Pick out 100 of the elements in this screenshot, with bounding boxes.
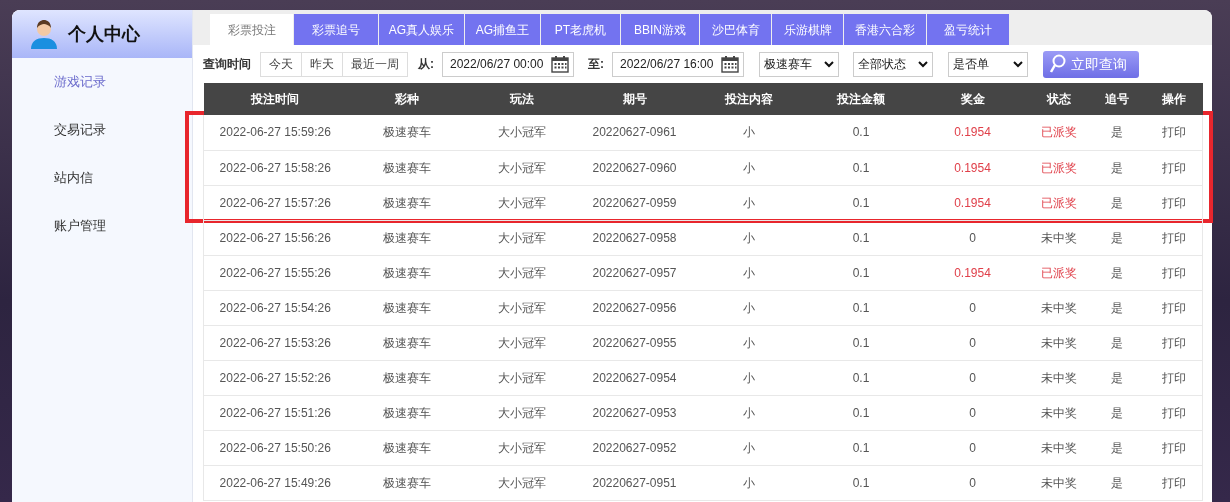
print-link[interactable]: 打印 xyxy=(1145,115,1203,150)
table-cell: 小 xyxy=(692,150,806,185)
print-link[interactable]: 打印 xyxy=(1145,465,1203,500)
table-cell: 0.1954 xyxy=(916,150,1029,185)
column-header: 投注金额 xyxy=(805,83,917,115)
dropdown[interactable]: 极速赛车 xyxy=(759,51,839,77)
table-cell: 0.1 xyxy=(805,185,917,220)
search-icon xyxy=(1049,54,1067,74)
date-field[interactable]: 2022/06/27 16:00 xyxy=(612,51,744,77)
print-link[interactable]: 打印 xyxy=(1145,325,1203,360)
table-cell: 2022-06-27 15:53:26 xyxy=(203,325,347,360)
table-cell: 大小冠军 xyxy=(466,255,577,290)
table-cell: 大小冠军 xyxy=(466,465,577,500)
print-link[interactable]: 打印 xyxy=(1145,150,1203,185)
table-cell: 是 xyxy=(1088,465,1146,500)
table-cell: 大小冠军 xyxy=(466,395,577,430)
table-cell: 极速赛车 xyxy=(346,115,467,150)
sidebar-item[interactable]: 站内信 xyxy=(12,154,192,202)
table-cell: 是 xyxy=(1088,325,1146,360)
table-cell: 大小冠军 xyxy=(466,290,577,325)
table-cell: 0 xyxy=(916,220,1029,255)
table-cell: 是 xyxy=(1088,185,1146,220)
table-cell: 0 xyxy=(916,360,1029,395)
table-cell: 20220627-0961 xyxy=(576,115,693,150)
table-cell: 已派奖 xyxy=(1028,255,1089,290)
tab[interactable]: 香港六合彩 xyxy=(844,14,926,45)
table-cell: 已派奖 xyxy=(1028,115,1089,150)
tab[interactable]: AG真人娱乐 xyxy=(379,14,464,45)
quick-range-button[interactable]: 今天 xyxy=(260,51,302,77)
table-cell: 小 xyxy=(692,115,806,150)
print-link[interactable]: 打印 xyxy=(1145,395,1203,430)
user-icon xyxy=(30,19,58,49)
tab[interactable]: BBIN游戏 xyxy=(621,14,699,45)
sidebar-item[interactable]: 游戏记录 xyxy=(12,58,192,106)
tab[interactable]: AG捕鱼王 xyxy=(465,14,540,45)
column-header: 期号 xyxy=(576,83,693,115)
column-header: 投注内容 xyxy=(692,83,806,115)
sidebar-item[interactable]: 交易记录 xyxy=(12,106,192,154)
table-cell: 0.1 xyxy=(805,115,917,150)
table-cell: 小 xyxy=(692,220,806,255)
calendar-icon xyxy=(551,55,569,73)
table-cell: 20220627-0951 xyxy=(576,465,693,500)
table-cell: 20220627-0952 xyxy=(576,430,693,465)
tab[interactable]: 沙巴体育 xyxy=(700,14,771,45)
column-header: 彩种 xyxy=(346,83,467,115)
table-cell: 大小冠军 xyxy=(466,325,577,360)
column-header: 追号 xyxy=(1088,83,1146,115)
quick-range-button[interactable]: 最近一周 xyxy=(343,51,408,77)
tab[interactable]: 彩票投注 xyxy=(210,14,293,45)
quick-range-button[interactable]: 昨天 xyxy=(302,51,343,77)
table-cell: 未中奖 xyxy=(1028,360,1089,395)
table-cell: 0 xyxy=(916,465,1029,500)
sidebar-item[interactable]: 账户管理 xyxy=(12,202,192,250)
table-cell: 小 xyxy=(692,185,806,220)
dropdown[interactable]: 全部状态 xyxy=(853,51,933,77)
table-cell: 大小冠军 xyxy=(466,430,577,465)
table-cell: 未中奖 xyxy=(1028,395,1089,430)
table-cell: 是 xyxy=(1088,150,1146,185)
table-cell: 已派奖 xyxy=(1028,150,1089,185)
table-cell: 2022-06-27 15:50:26 xyxy=(203,430,347,465)
print-link[interactable]: 打印 xyxy=(1145,290,1203,325)
print-link[interactable]: 打印 xyxy=(1145,360,1203,395)
table-cell: 2022-06-27 15:59:26 xyxy=(203,115,347,150)
table-cell: 是 xyxy=(1088,360,1146,395)
table-cell: 是 xyxy=(1088,255,1146,290)
table-cell: 20220627-0956 xyxy=(576,290,693,325)
table-cell: 未中奖 xyxy=(1028,430,1089,465)
tab[interactable]: 盈亏统计 xyxy=(927,14,1009,45)
table-cell: 已派奖 xyxy=(1028,185,1089,220)
print-link[interactable]: 打印 xyxy=(1145,185,1203,220)
print-link[interactable]: 打印 xyxy=(1145,255,1203,290)
table-cell: 0.1 xyxy=(805,430,917,465)
date-field[interactable]: 2022/06/27 00:00 xyxy=(442,51,574,77)
table-cell: 0.1954 xyxy=(916,185,1029,220)
tab[interactable]: 彩票追号 xyxy=(294,14,378,45)
tab[interactable]: PT老虎机 xyxy=(541,14,620,45)
from-label: 从: xyxy=(418,56,434,73)
tab[interactable]: 乐游棋牌 xyxy=(772,14,843,45)
table-cell: 0.1 xyxy=(805,150,917,185)
table-cell: 小 xyxy=(692,290,806,325)
table-cell: 2022-06-27 15:55:26 xyxy=(203,255,347,290)
table-cell: 0.1 xyxy=(805,220,917,255)
table-cell: 20220627-0954 xyxy=(576,360,693,395)
table-cell: 0 xyxy=(916,395,1029,430)
table-cell: 0.1 xyxy=(805,290,917,325)
table-cell: 0.1954 xyxy=(916,115,1029,150)
table-cell: 小 xyxy=(692,360,806,395)
print-link[interactable]: 打印 xyxy=(1145,430,1203,465)
table-cell: 极速赛车 xyxy=(346,255,467,290)
table-cell: 小 xyxy=(692,465,806,500)
table-cell: 0.1 xyxy=(805,395,917,430)
table-cell: 2022-06-27 15:58:26 xyxy=(203,150,347,185)
table-cell: 未中奖 xyxy=(1028,465,1089,500)
print-link[interactable]: 打印 xyxy=(1145,220,1203,255)
table-cell: 极速赛车 xyxy=(346,430,467,465)
table-cell: 2022-06-27 15:52:26 xyxy=(203,360,347,395)
table-cell: 2022-06-27 15:56:26 xyxy=(203,220,347,255)
table-cell: 0.1 xyxy=(805,360,917,395)
table-cell: 大小冠军 xyxy=(466,360,577,395)
dropdown[interactable]: 是否单 xyxy=(948,51,1028,77)
